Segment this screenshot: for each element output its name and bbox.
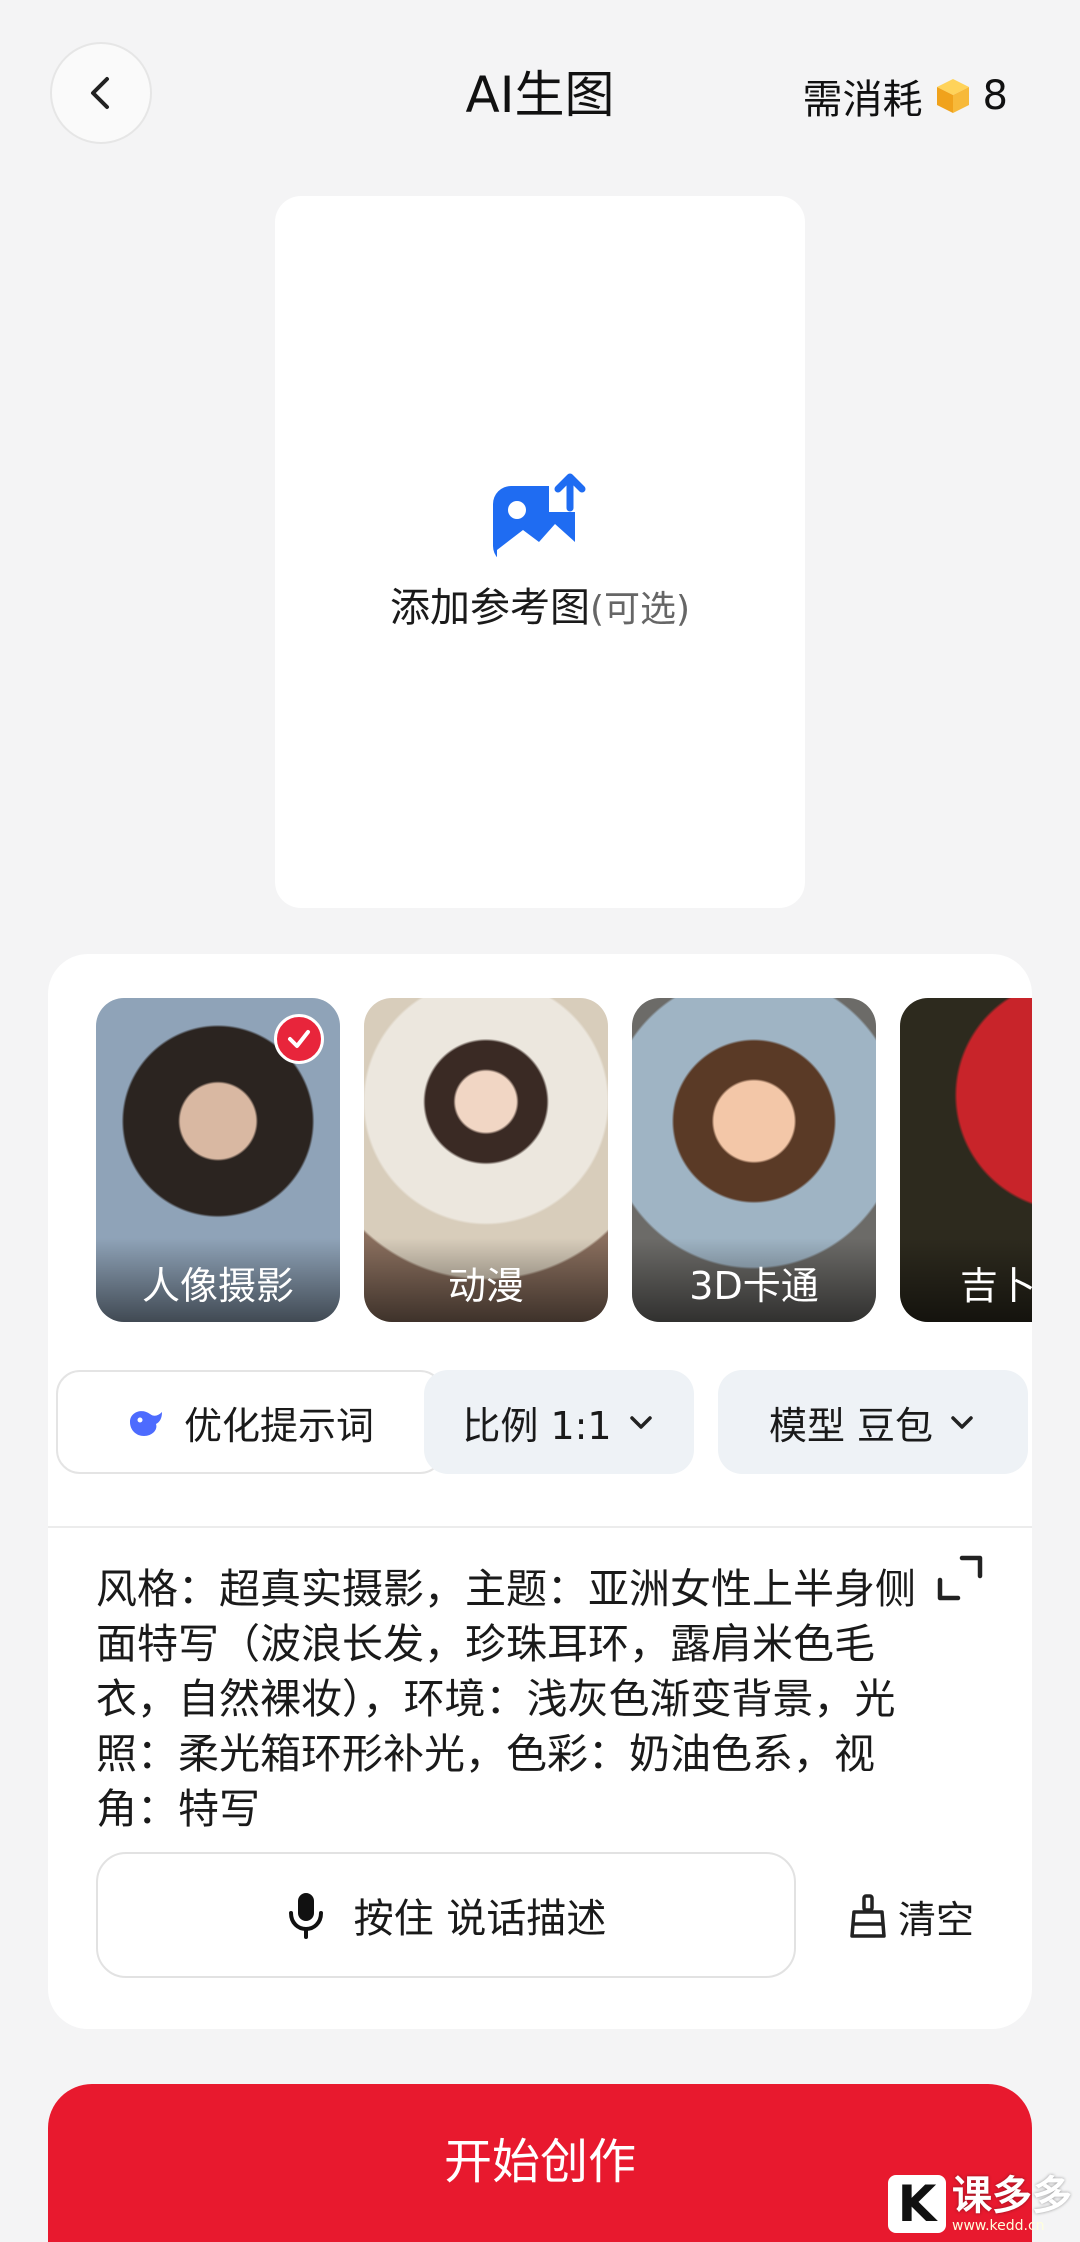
reference-image-upload[interactable]: 添加参考图(可选) [275, 196, 805, 908]
start-create-label: 开始创作 [443, 2134, 636, 2190]
style-list[interactable]: 人像摄影 动漫 3D卡通 吉卜 [96, 998, 1032, 1322]
expand-icon[interactable] [932, 1550, 988, 1606]
style-label: 动漫 [364, 1238, 608, 1322]
gold-cube-icon [936, 79, 969, 113]
prompt-input[interactable]: 风格：超真实摄影，主题：亚洲女性上半身侧面特写（波浪长发，珍珠耳环，露肩米色毛衣… [96, 1562, 936, 1838]
reference-label: 添加参考图(可选) [275, 580, 805, 638]
chevron-down-icon [951, 1416, 973, 1429]
style-card-anime[interactable]: 动漫 [364, 998, 608, 1322]
optimize-prompt-button[interactable]: 优化提示词 [56, 1370, 444, 1474]
whale-logo-icon [129, 1411, 162, 1436]
model-label: 模型 豆包 [768, 1403, 934, 1448]
style-label: 人像摄影 [96, 1238, 340, 1322]
broom-icon [850, 1894, 886, 1938]
style-card-portrait[interactable]: 人像摄影 [96, 998, 340, 1322]
image-upload-icon [493, 472, 591, 564]
selected-check-icon [274, 1014, 324, 1064]
watermark-url: www.kedd.cn [952, 2218, 1045, 2234]
cost-value: 8 [982, 73, 1008, 119]
watermark-k-icon: K [888, 2175, 946, 2233]
watermark-brand: 课多多 [952, 2173, 1072, 2219]
ratio-select[interactable]: 比例 1:1 [424, 1370, 694, 1474]
watermark-logo: K 课多多 www.kedd.cn [888, 2171, 1072, 2237]
reference-label-text: 添加参考图 [389, 585, 590, 631]
style-card-ghibli[interactable]: 吉卜 [900, 998, 1032, 1322]
cost-label: 需消耗 [802, 77, 923, 123]
clear-label: 清空 [898, 1897, 975, 1942]
reference-optional-text: (可选) [589, 589, 691, 630]
hold-to-speak-button[interactable]: 按住 说话描述 [96, 1852, 796, 1978]
optimize-prompt-label: 优化提示词 [183, 1403, 374, 1448]
watermark-text: 课多多 www.kedd.cn [952, 2174, 1072, 2234]
style-label: 3D卡通 [632, 1238, 876, 1322]
start-create-button[interactable]: 开始创作 [48, 2084, 1032, 2242]
hold-to-speak-label: 按住 说话描述 [353, 1896, 607, 1942]
clear-button[interactable]: 清空 [848, 1884, 974, 1948]
ratio-label: 比例 1:1 [462, 1403, 612, 1448]
creation-panel: 人像摄影 动漫 3D卡通 吉卜 优化提示词 比例 1:1 模型 豆包 风格：超真… [48, 954, 1032, 2029]
cost-indicator: 需消耗 8 [803, 64, 1008, 128]
style-label: 吉卜 [900, 1238, 1032, 1322]
chevron-down-icon [629, 1416, 652, 1429]
microphone-icon [288, 1893, 323, 1939]
style-card-3d-cartoon[interactable]: 3D卡通 [632, 998, 876, 1322]
model-select[interactable]: 模型 豆包 [718, 1370, 1028, 1474]
divider [48, 1526, 1032, 1528]
